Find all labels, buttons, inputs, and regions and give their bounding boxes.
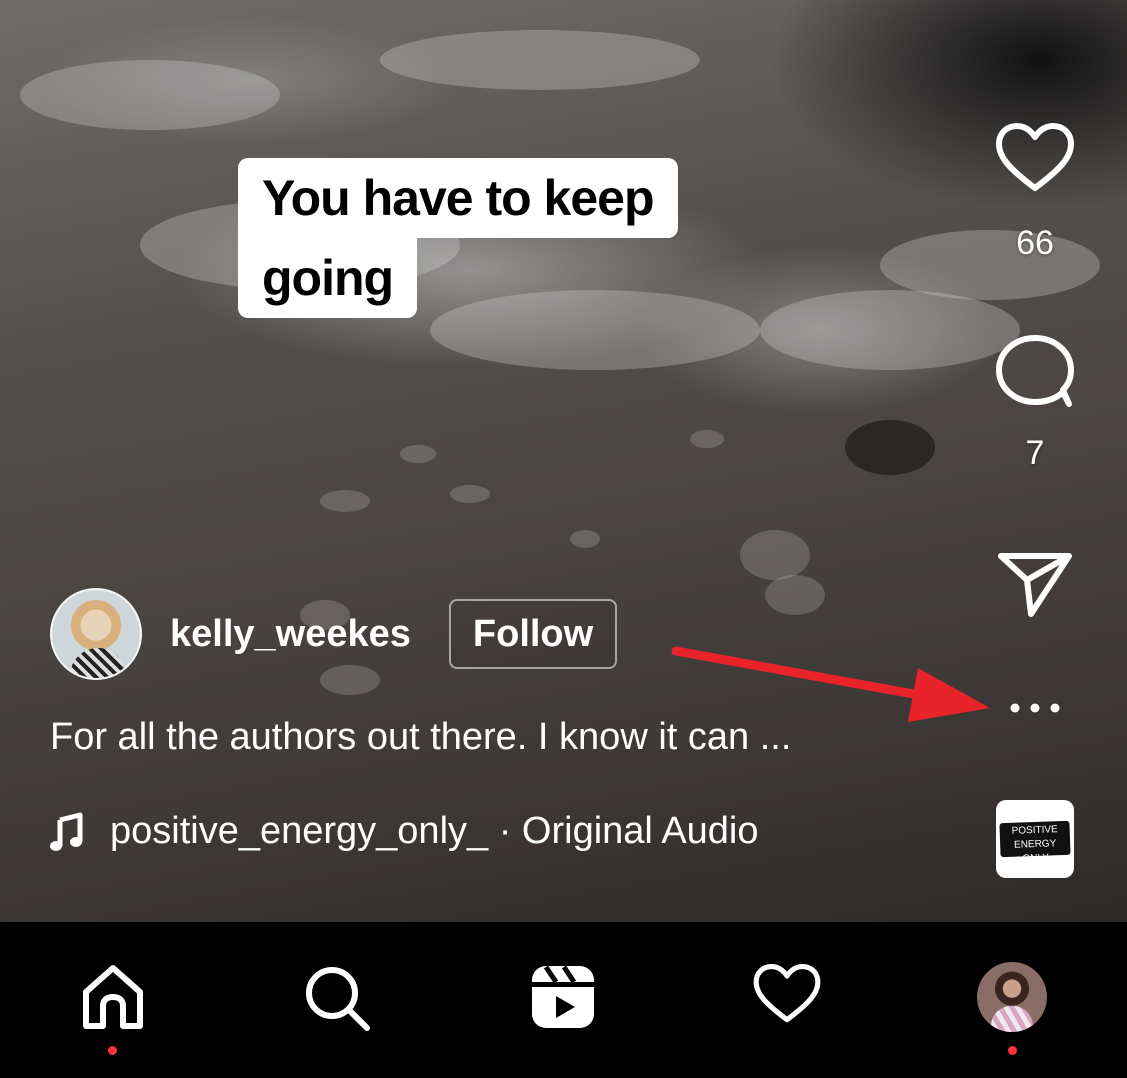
nav-search[interactable] [292,962,382,1052]
reels-icon[interactable] [528,962,598,1032]
nav-profile[interactable] [967,962,1057,1055]
home-icon[interactable] [78,962,148,1032]
annotation-arrow [671,646,990,722]
bottom-nav [0,922,1127,1078]
profile-notification-dot [1008,1046,1017,1055]
profile-avatar[interactable] [977,962,1047,1032]
heart-icon[interactable] [751,962,823,1026]
nav-activity[interactable] [742,962,832,1052]
home-notification-dot [108,1046,117,1055]
nav-home[interactable] [68,962,158,1055]
search-icon[interactable] [301,962,373,1034]
nav-reels[interactable] [518,962,608,1052]
